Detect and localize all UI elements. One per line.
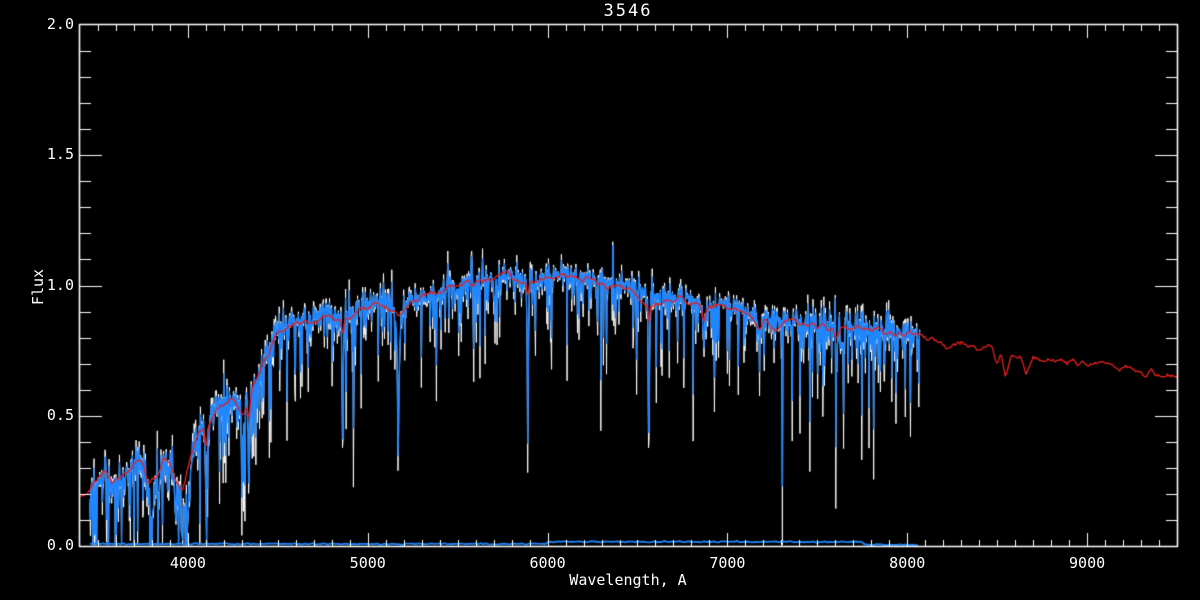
x-tick-label: 4000 <box>169 554 206 572</box>
spectrum-plot-canvas <box>0 0 1200 600</box>
x-tick-label: 9000 <box>1069 554 1106 572</box>
y-tick-label: 2.0 <box>46 15 74 33</box>
y-tick-label: 0.5 <box>46 405 74 424</box>
y-tick-label: 1.5 <box>46 145 74 164</box>
x-tick-label: 5000 <box>349 554 386 572</box>
x-axis-label: Wavelength, A <box>569 571 687 589</box>
spectrum-plot-window: 3546 Flux Wavelength, A 2.0 1.5 1.0 0.5 0.0 … <box>0 0 1200 600</box>
y-axis-label: Flux <box>29 268 47 306</box>
y-tick-label: 1.0 <box>46 275 74 294</box>
plot-title: 3546 <box>603 1 653 21</box>
x-tick-label: 7000 <box>709 554 746 572</box>
x-tick-label: 6000 <box>529 554 566 572</box>
y-tick-label: 0.0 <box>46 536 74 554</box>
x-tick-label: 8000 <box>889 554 926 572</box>
